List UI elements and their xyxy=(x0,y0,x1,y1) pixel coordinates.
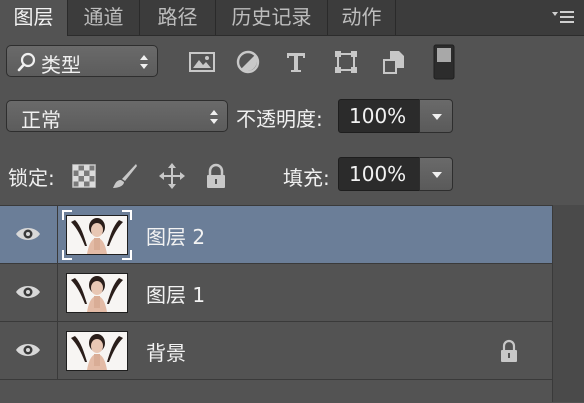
filter-toggle-switch[interactable] xyxy=(432,44,456,80)
select-arrows-icon xyxy=(140,55,148,69)
select-arrows-icon xyxy=(210,110,218,124)
move-icon[interactable] xyxy=(158,162,186,190)
chevron-down-icon xyxy=(432,114,442,120)
eye-icon xyxy=(16,286,40,298)
layer-locked-icon xyxy=(501,339,517,362)
blend-mode-select[interactable]: 正常 xyxy=(6,100,228,132)
layer-row[interactable]: 图层 2 xyxy=(0,206,552,264)
search-icon xyxy=(17,52,36,72)
shape-filter-icon[interactable] xyxy=(332,48,360,76)
panel-tab-bar: 图层 通道 路径 历史记录 动作 xyxy=(0,0,584,36)
tab-history[interactable]: 历史记录 xyxy=(216,0,328,35)
portrait-thumbnail-image xyxy=(67,274,127,312)
adjustment-filter-icon[interactable] xyxy=(234,48,262,76)
tab-channels[interactable]: 通道 xyxy=(68,0,140,35)
filter-kind-select[interactable]: 类型 xyxy=(6,45,158,77)
visibility-toggle[interactable] xyxy=(0,322,58,379)
type-filter-icon[interactable] xyxy=(282,48,310,76)
lock-label: 锁定: xyxy=(8,166,55,190)
portrait-thumbnail-image xyxy=(67,216,127,254)
layer-name[interactable]: 图层 2 xyxy=(146,221,205,250)
layer-thumbnail xyxy=(66,331,128,371)
fill-value: 100% xyxy=(349,162,407,186)
layers-list: 图层 2 图层 1 背景 xyxy=(0,205,552,403)
eye-icon xyxy=(16,228,40,240)
opacity-value: 100% xyxy=(349,104,407,128)
opacity-label: 不透明度: xyxy=(236,107,323,131)
layer-row[interactable]: 图层 1 xyxy=(0,264,552,322)
tab-actions[interactable]: 动作 xyxy=(328,0,396,35)
tab-layers[interactable]: 图层 xyxy=(0,0,68,36)
lock-row: 锁定: 填充: 100% xyxy=(0,150,584,200)
blend-row: 正常 不透明度: 100% xyxy=(0,92,584,142)
filter-row: 类型 xyxy=(0,36,584,86)
opacity-input[interactable]: 100% xyxy=(338,99,420,133)
fill-dropdown-button[interactable] xyxy=(419,157,453,191)
layer-thumbnail xyxy=(66,215,128,255)
eye-icon xyxy=(16,344,40,356)
lock-icon[interactable] xyxy=(202,162,230,190)
blend-mode-value: 正常 xyxy=(21,108,61,132)
layer-name[interactable]: 背景 xyxy=(146,337,186,366)
layer-name[interactable]: 图层 1 xyxy=(146,279,205,308)
opacity-dropdown-button[interactable] xyxy=(419,99,453,133)
layer-thumbnail xyxy=(66,273,128,313)
visibility-toggle[interactable] xyxy=(0,206,58,263)
fill-label: 填充: xyxy=(283,166,330,190)
layer-row[interactable]: 背景 xyxy=(0,322,552,380)
filter-kind-label: 类型 xyxy=(41,53,81,77)
visibility-toggle[interactable] xyxy=(0,264,58,321)
image-filter-icon[interactable] xyxy=(188,48,216,76)
tab-paths[interactable]: 路径 xyxy=(140,0,216,35)
smart-object-filter-icon[interactable] xyxy=(380,48,408,76)
lock-transparent-pixels-icon[interactable] xyxy=(70,162,98,190)
chevron-down-icon xyxy=(432,172,442,178)
brush-icon[interactable] xyxy=(110,162,138,190)
layers-scrollbar[interactable] xyxy=(552,205,584,402)
layers-panel: 图层 通道 路径 历史记录 动作 类型 正常 不透明度: 100% 锁定: 填充… xyxy=(0,0,584,403)
panel-menu-icon[interactable] xyxy=(552,9,574,25)
fill-input[interactable]: 100% xyxy=(338,157,420,191)
portrait-thumbnail-image xyxy=(67,332,127,370)
